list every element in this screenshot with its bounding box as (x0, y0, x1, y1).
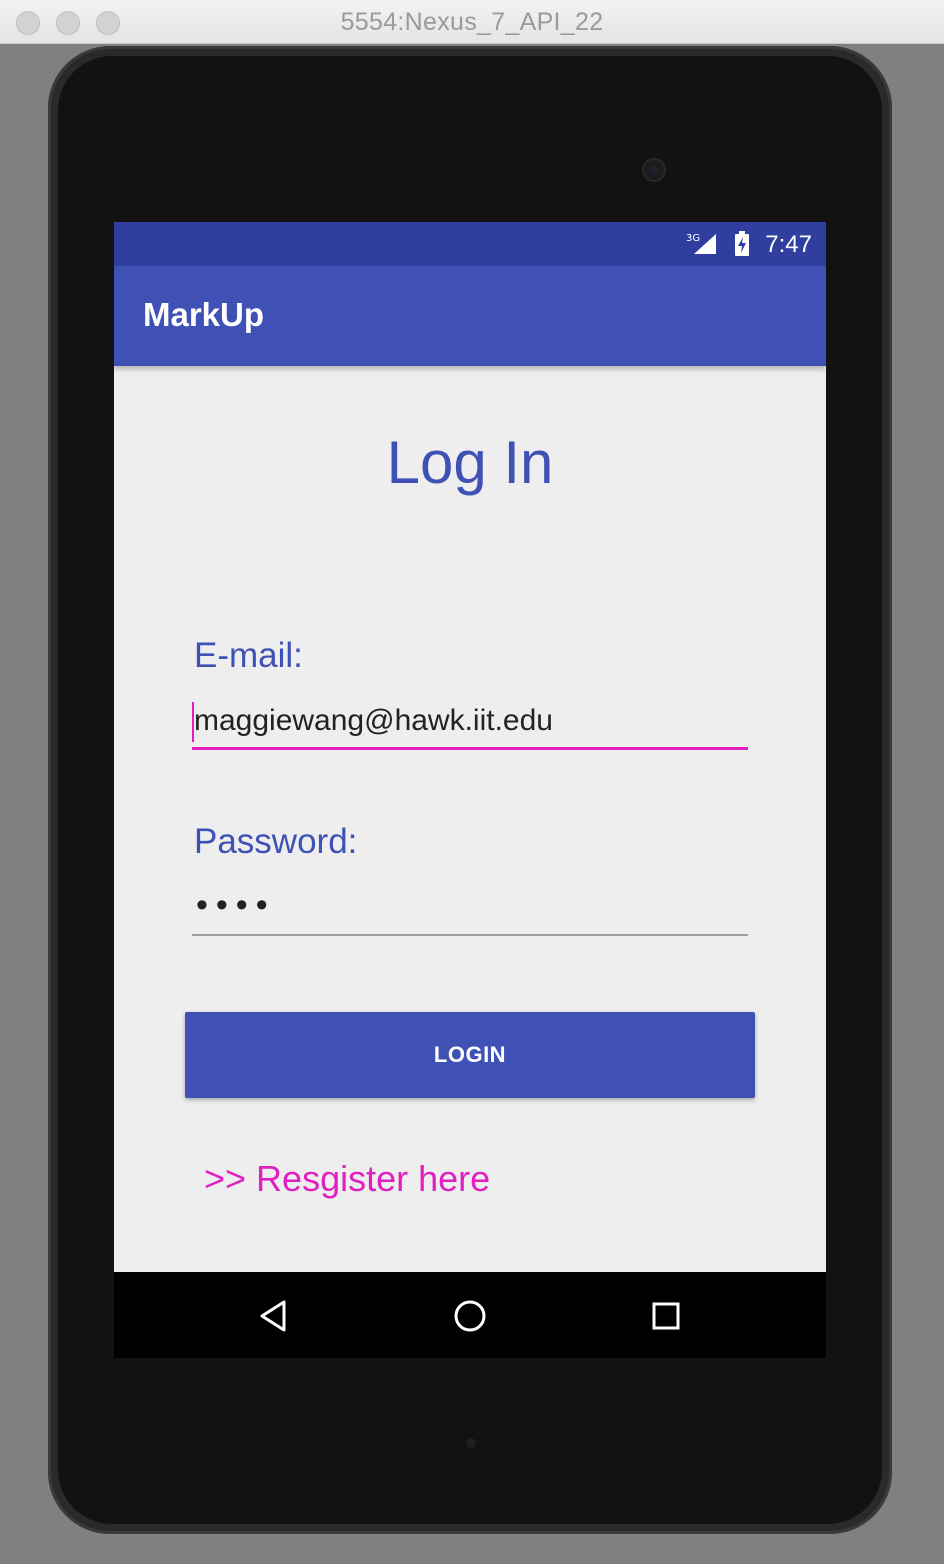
network-type-label: 3G (686, 233, 700, 244)
device-screen: 3G 7:47 MarkUp Log In E-mail: maggiewang… (114, 222, 826, 1358)
status-bar: 3G 7:47 (114, 222, 826, 266)
password-field-value: •••• (196, 886, 276, 924)
password-label: Password: (194, 822, 358, 861)
status-time: 7:47 (765, 231, 812, 258)
sensor-dot (466, 1438, 476, 1448)
window-title: 5554:Nexus_7_API_22 (340, 8, 604, 36)
register-link[interactable]: >> Resgister here (204, 1158, 490, 1200)
front-camera-icon (642, 158, 666, 182)
window-titlebar: 5554:Nexus_7_API_22 (0, 0, 944, 44)
login-button[interactable]: LOGIN (185, 1012, 755, 1098)
email-label: E-mail: (194, 636, 303, 675)
recents-icon[interactable] (646, 1296, 686, 1336)
signal-icon: 3G (686, 233, 716, 254)
email-field[interactable]: maggiewang@hawk.iit.edu (192, 700, 748, 750)
navigation-bar (114, 1272, 826, 1358)
app-bar: MarkUp (114, 266, 826, 366)
app-title: MarkUp (143, 296, 265, 333)
password-field[interactable]: •••• (192, 886, 748, 936)
home-icon[interactable] (450, 1296, 490, 1336)
battery-icon (735, 231, 749, 256)
email-field-value: maggiewang@hawk.iit.edu (194, 704, 553, 737)
back-icon[interactable] (254, 1296, 294, 1336)
login-heading: Log In (386, 429, 554, 496)
